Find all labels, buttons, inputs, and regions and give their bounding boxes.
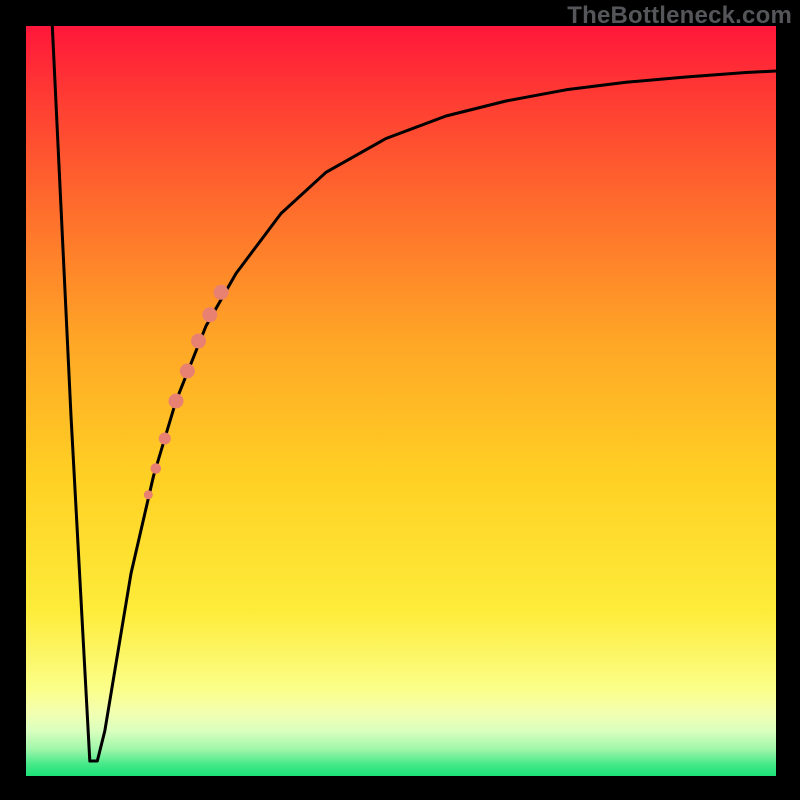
marker-dot: [180, 364, 195, 379]
gradient-background: [26, 26, 776, 776]
watermark-text: TheBottleneck.com: [567, 2, 792, 30]
marker-dot: [169, 394, 184, 409]
marker-dot: [159, 433, 171, 445]
marker-dot: [214, 285, 229, 300]
marker-dot: [202, 307, 217, 322]
bottleneck-chart: [26, 26, 776, 776]
marker-dot: [191, 334, 206, 349]
marker-dot: [151, 463, 162, 474]
chart-frame: TheBottleneck.com: [0, 0, 800, 800]
marker-dot: [144, 490, 153, 499]
